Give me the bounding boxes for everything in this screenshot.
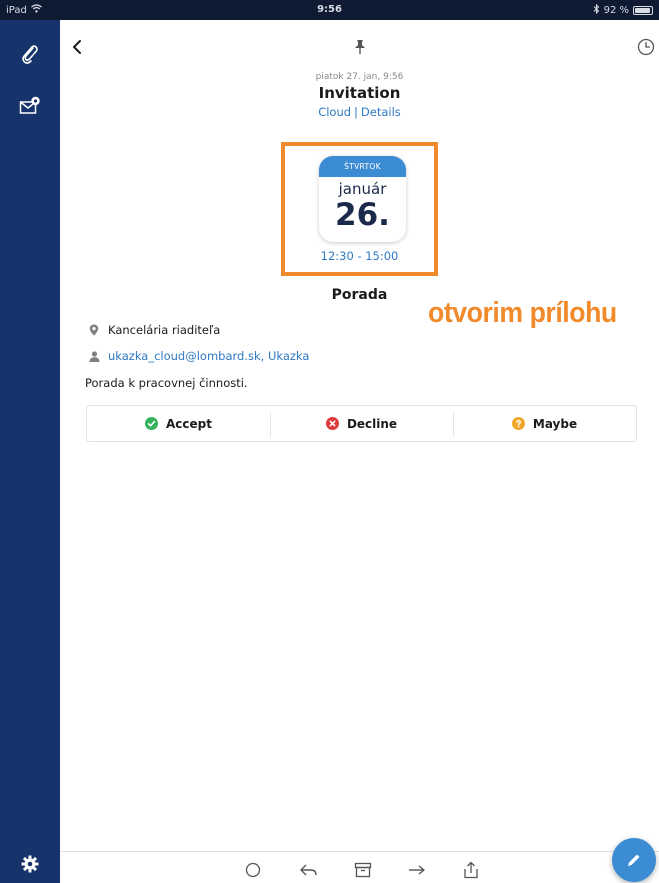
cloud-link[interactable]: Cloud bbox=[318, 105, 351, 119]
rsvp-actions: Accept Decline Maybe bbox=[86, 405, 637, 442]
pin-icon[interactable] bbox=[351, 38, 369, 56]
share-icon[interactable] bbox=[460, 860, 482, 880]
accept-button[interactable]: Accept bbox=[87, 406, 270, 441]
bottom-toolbar bbox=[60, 851, 659, 883]
maybe-button[interactable]: Maybe bbox=[453, 406, 636, 441]
maybe-label: Maybe bbox=[532, 416, 578, 431]
decline-button[interactable]: Decline bbox=[270, 406, 453, 441]
archive-icon[interactable] bbox=[352, 860, 374, 880]
gear-icon[interactable] bbox=[16, 850, 44, 878]
calendar-month: január bbox=[338, 180, 387, 198]
circle-icon[interactable] bbox=[242, 860, 264, 880]
check-icon bbox=[145, 417, 158, 430]
location-pin-icon bbox=[88, 324, 100, 336]
person-icon bbox=[88, 350, 100, 362]
status-right: 92 % bbox=[593, 3, 653, 17]
message-panel: piatok 27. jan, 9:56 Invitation Cloud | De… bbox=[60, 20, 659, 883]
calendar-weekday: ŠTVRTOK bbox=[319, 156, 406, 177]
event-attendees: ukazka_cloud@lombard.sk, Ukazka bbox=[88, 349, 309, 363]
calendar-day: 26. bbox=[335, 197, 390, 233]
clock-icon[interactable] bbox=[636, 37, 656, 57]
pencil-icon bbox=[626, 852, 642, 868]
message-date: piatok 27. jan, 9:56 bbox=[315, 72, 404, 82]
link-separator: | bbox=[354, 105, 358, 119]
sidebar bbox=[0, 20, 60, 883]
status-time: 9:56 bbox=[317, 4, 342, 15]
attendees-link[interactable]: ukazka_cloud@lombard.sk, Ukazka bbox=[108, 349, 309, 363]
event-time: 12:30 - 15:00 bbox=[320, 249, 399, 263]
message-subject: Invitation bbox=[318, 84, 401, 102]
compose-button[interactable] bbox=[612, 838, 656, 882]
mail-settings-icon[interactable] bbox=[16, 92, 44, 120]
bluetooth-icon bbox=[593, 3, 600, 17]
calendar-badge: ŠTVRTOK január 26. bbox=[319, 156, 406, 242]
x-icon bbox=[325, 417, 339, 430]
paperclip-icon[interactable] bbox=[16, 40, 44, 68]
question-icon bbox=[511, 417, 525, 430]
back-chevron-icon[interactable] bbox=[69, 38, 85, 56]
forward-icon[interactable] bbox=[406, 860, 428, 880]
event-location: Kancelária riaditeľa bbox=[88, 323, 220, 337]
battery-percent: 92 % bbox=[603, 5, 629, 16]
reply-icon[interactable] bbox=[298, 860, 320, 880]
accept-label: Accept bbox=[166, 416, 212, 431]
message-links: Cloud | Details bbox=[60, 105, 659, 119]
battery-icon bbox=[633, 6, 653, 15]
annotation-text: otvorim prílohu bbox=[428, 297, 617, 329]
decline-label: Decline bbox=[346, 416, 398, 431]
location-text: Kancelária riaditeľa bbox=[108, 323, 221, 337]
event-description: Porada k pracovnej činnosti. bbox=[85, 376, 248, 390]
status-bar: iPad 9:56 92 % bbox=[0, 0, 659, 20]
details-link[interactable]: Details bbox=[361, 105, 401, 119]
